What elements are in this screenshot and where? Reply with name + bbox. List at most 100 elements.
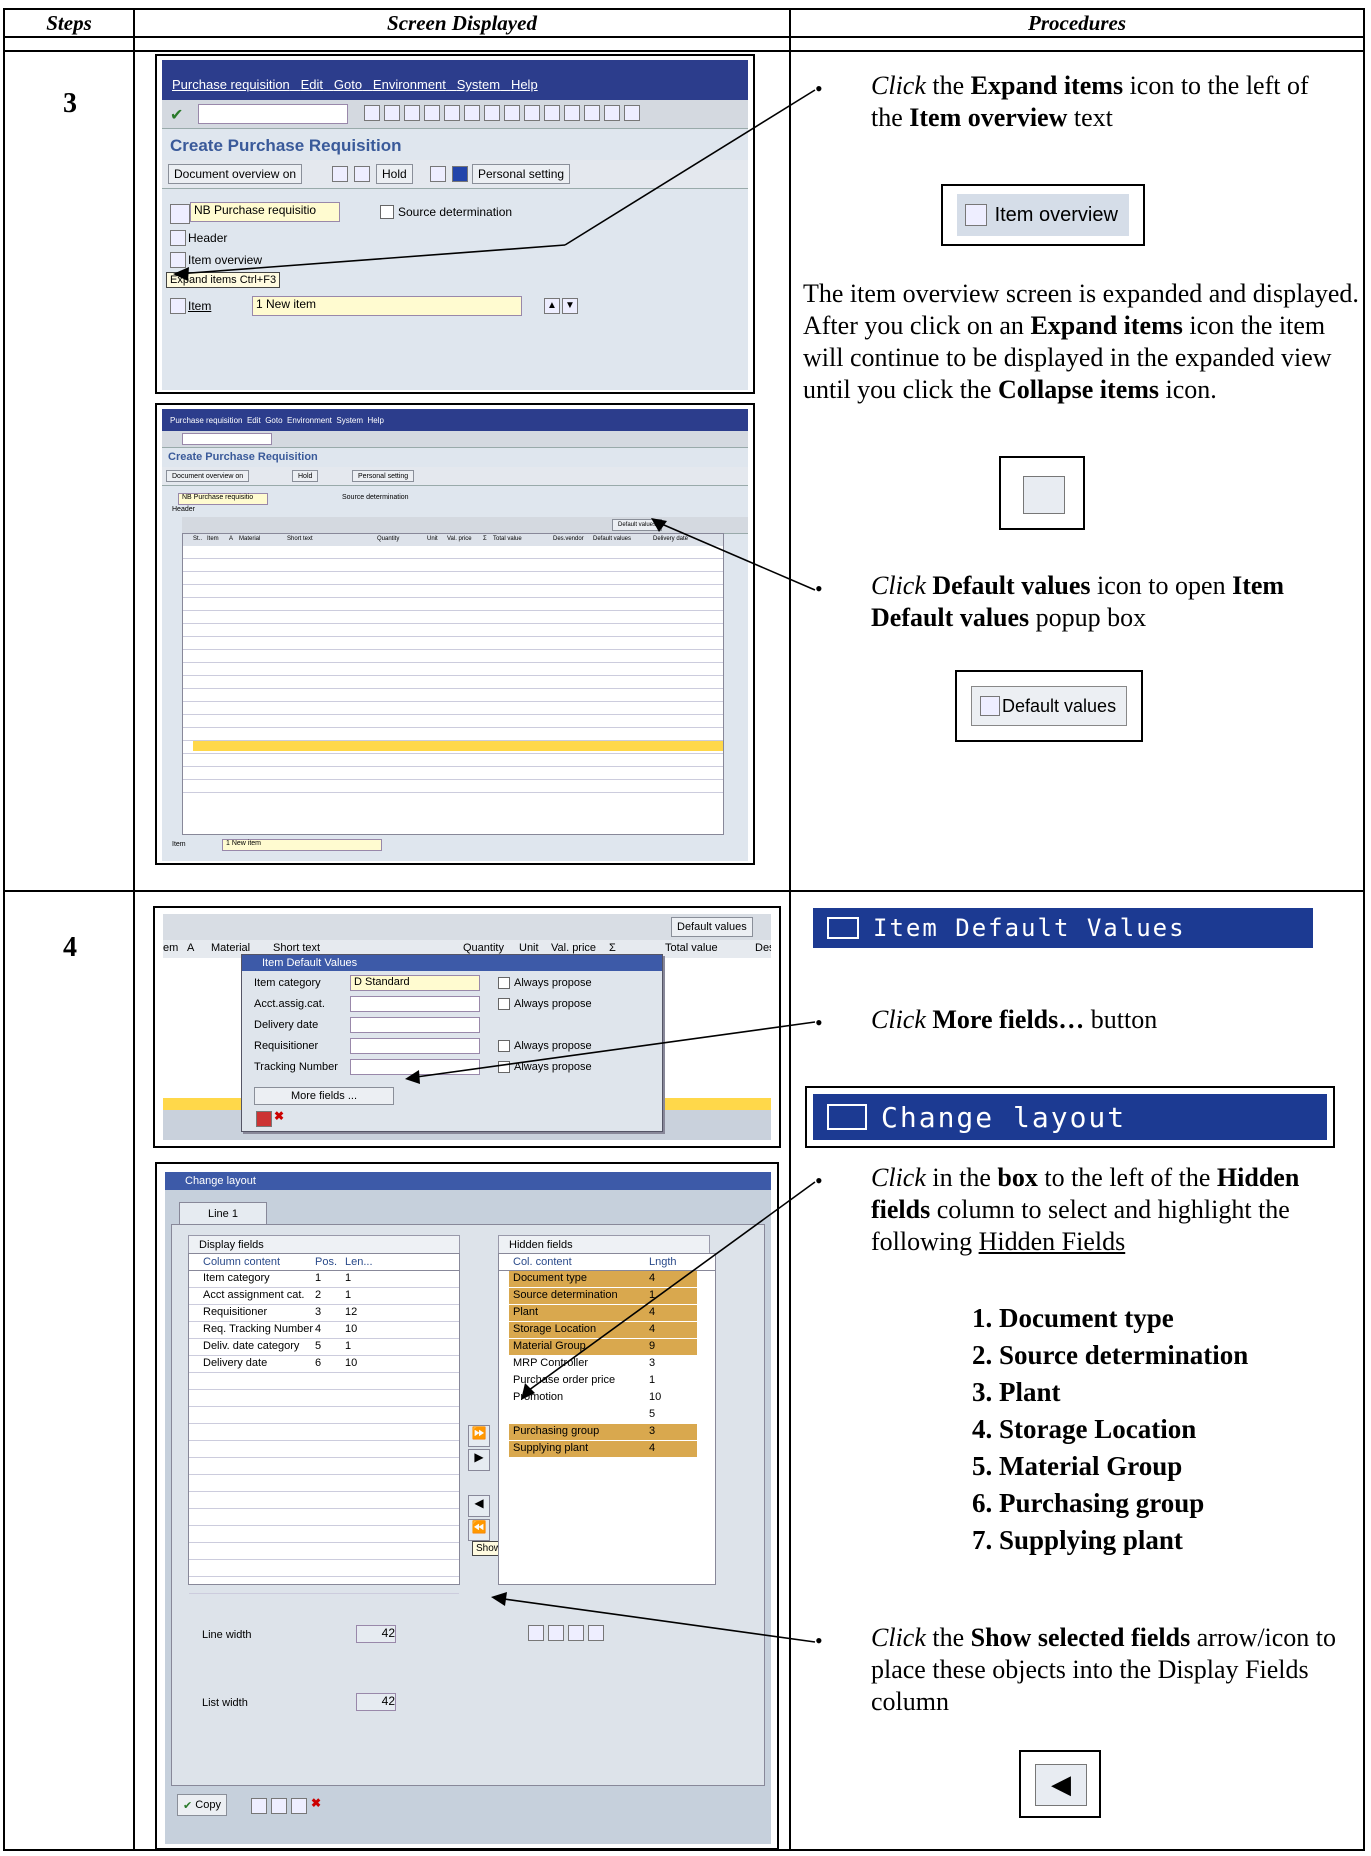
field-input[interactable]: D Standard [350,975,480,991]
check-icon[interactable] [430,166,446,182]
hold-button[interactable]: Hold [376,164,413,184]
save-icon[interactable] [251,1798,267,1814]
last-page-icon[interactable] [544,105,560,121]
menu-edit[interactable]: Edit [247,416,261,425]
menu-goto[interactable]: Goto [334,77,362,92]
always-propose-checkbox[interactable] [498,977,510,989]
info-icon[interactable] [452,166,468,182]
find-next-icon[interactable] [588,1625,604,1641]
default-values-button[interactable]: Default values [612,519,663,531]
collapse-items-sample [999,456,1085,530]
item-select-field[interactable]: 1 New item [222,839,382,851]
back-icon[interactable] [384,105,400,121]
menu-purchase-requisition[interactable]: Purchase requisition [172,77,290,92]
close-icon[interactable]: ✖ [311,1796,321,1810]
document-overview-button[interactable]: Document overview on [168,164,303,184]
cell: MRP Controller [513,1357,588,1369]
item-select-field[interactable]: 1 New item [252,296,522,316]
field-input[interactable] [350,1038,480,1054]
menu-system[interactable]: System [336,416,363,425]
document-overview-button[interactable]: Document overview on [166,470,250,482]
menu-edit[interactable]: Edit [301,77,323,92]
print-icon[interactable] [444,105,460,121]
field-input[interactable] [350,1059,480,1075]
collapse-item-icon[interactable] [170,298,186,314]
always-propose-checkbox[interactable] [498,998,510,1010]
personal-setting-button[interactable]: Personal setting [352,470,415,482]
column-header: Total value [493,536,522,542]
hidden-fields-title: Hidden fields [498,1235,710,1255]
line-width-label: Line width [202,1629,252,1641]
column-header: Delivery date [653,536,689,542]
arrow-down-icon[interactable]: ▼ [562,298,578,314]
save-icon[interactable] [256,1111,272,1127]
menu-help[interactable]: Help [367,416,383,425]
print-icon[interactable] [528,1625,544,1641]
cell: 4 [649,1306,656,1318]
hierarchy-icon[interactable] [291,1798,307,1814]
expand-header-icon[interactable] [170,230,186,246]
always-propose-checkbox[interactable] [498,1061,510,1073]
cancel-icon[interactable] [424,105,440,121]
source-determination-checkbox[interactable] [380,205,394,219]
menu-environment[interactable]: Environment [373,77,446,92]
menu-purchase-requisition[interactable]: Purchase requisition [170,416,242,425]
cell: 5 [649,1408,656,1420]
open-document-icon[interactable] [354,166,370,182]
arrow-up-icon[interactable]: ▲ [544,298,560,314]
cell: Supplying plant [513,1442,589,1454]
column-header: Material [211,942,251,954]
close-icon[interactable]: ✖ [274,1109,284,1123]
menu-help[interactable]: Help [511,77,538,92]
item-label: Item [172,841,186,848]
new-session-icon[interactable] [564,105,580,121]
header-screen: Screen Displayed [135,10,791,36]
copy-button[interactable]: ✔ Copy [177,1794,227,1816]
screen4a-frame: Default values em A Material Short text Quan… [153,906,781,1148]
cell: 2 [315,1289,322,1301]
column-header: Des.vendor [553,536,584,542]
exit-icon[interactable] [404,105,420,121]
cell: 4 [649,1442,656,1454]
command-field[interactable] [182,433,272,445]
next-page-icon[interactable] [524,105,540,121]
find-icon[interactable] [568,1625,584,1641]
field-input[interactable] [350,1017,480,1033]
document-type-field[interactable]: NB Purchase requisitio [178,493,268,505]
move-all-left-icon[interactable]: ⏪ [468,1519,490,1541]
column-header: Des.vendor [755,942,771,954]
show-selected-fields-icon[interactable]: ◀ [468,1495,490,1517]
move-all-right-icon[interactable]: ⏩ [468,1425,490,1447]
filter-icon[interactable] [548,1625,564,1641]
cell: 9 [649,1340,656,1352]
layout-icon[interactable] [624,105,640,121]
tab-line-1[interactable]: Line 1 [179,1202,267,1225]
expand-items-icon[interactable] [170,252,186,268]
shortcut-icon[interactable] [584,105,600,121]
document-type-field[interactable]: NB Purchase requisitio [190,202,340,222]
cut-icon[interactable] [271,1798,287,1814]
menu-goto[interactable]: Goto [265,416,282,425]
command-field[interactable] [198,104,348,124]
more-fields-button[interactable]: More fields ... [254,1087,394,1105]
menu-system[interactable]: System [457,77,500,92]
personal-setting-button[interactable]: Personal setting [472,164,571,184]
hold-button[interactable]: Hold [292,470,319,482]
default-values-button[interactable]: Default values [671,917,753,937]
new-document-icon[interactable] [332,166,348,182]
find-icon[interactable] [464,105,480,121]
prev-page-icon[interactable] [504,105,520,121]
save-icon[interactable] [364,105,380,121]
column-header: Unit [427,536,438,542]
list-width-label: List width [202,1697,248,1709]
column-header: Len... [345,1256,373,1268]
field-input[interactable] [350,996,480,1012]
first-page-icon[interactable] [484,105,500,121]
menu-environment[interactable]: Environment [287,416,332,425]
page-title: Create Purchase Requisition [170,136,402,155]
move-right-icon[interactable]: ▶ [468,1449,490,1471]
always-propose-checkbox[interactable] [498,1040,510,1052]
sap-window-3a: Purchase requisition Edit Goto Environme… [162,60,748,390]
help-icon[interactable] [604,105,620,121]
enter-icon[interactable]: ✔ [170,105,183,125]
